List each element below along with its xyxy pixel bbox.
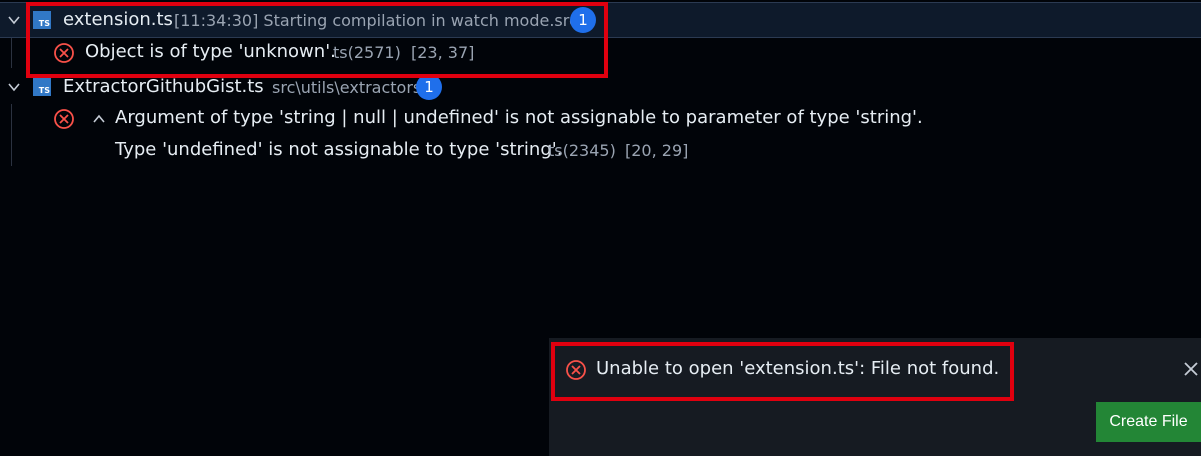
notification-message: Unable to open 'extension.ts': File not … [596,358,1000,379]
typescript-file-icon: TS [33,11,51,29]
problem-count-badge: 1 [570,7,596,33]
typescript-file-icon: TS [33,78,51,96]
problem-code: ts(2571) [333,43,401,62]
problem-location: [23, 37] [411,43,475,62]
file-description: [11:34:30] Starting compilation in watch… [174,11,578,30]
notification-toast: Unable to open 'extension.ts': File not … [549,338,1201,456]
create-file-button[interactable]: Create File [1096,402,1201,442]
problem-code: ts(2345) [548,141,616,160]
problem-detail: Type 'undefined' is not assignable to ty… [0,136,1201,166]
chevron-down-icon[interactable] [6,79,22,95]
chevron-down-icon[interactable] [6,12,22,28]
problem-message: Argument of type 'string | null | undefi… [115,107,923,128]
problem-file-row-extension[interactable]: TS extension.ts [11:34:30] Starting comp… [0,2,1201,38]
problem-item[interactable]: Object is of type 'unknown'. ts(2571) [2… [0,38,1201,68]
problem-count-badge: 1 [416,74,442,100]
error-circle-icon [53,42,75,64]
problem-message: Object is of type 'unknown'. [85,41,336,62]
problem-location: [20, 29] [625,141,689,160]
problem-item[interactable]: Argument of type 'string | null | undefi… [0,104,1201,134]
problem-file-row-extractor[interactable]: TS ExtractorGithubGist.ts src\utils\extr… [0,70,1201,104]
close-icon[interactable] [1182,360,1200,378]
chevron-up-icon[interactable] [91,111,107,127]
file-description: src\utils\extractors [272,78,422,97]
file-name: ExtractorGithubGist.ts [63,76,264,97]
problem-detail-message: Type 'undefined' is not assignable to ty… [115,139,563,160]
error-circle-icon [53,108,75,130]
file-name: extension.ts [63,9,173,30]
error-circle-icon [565,359,587,381]
